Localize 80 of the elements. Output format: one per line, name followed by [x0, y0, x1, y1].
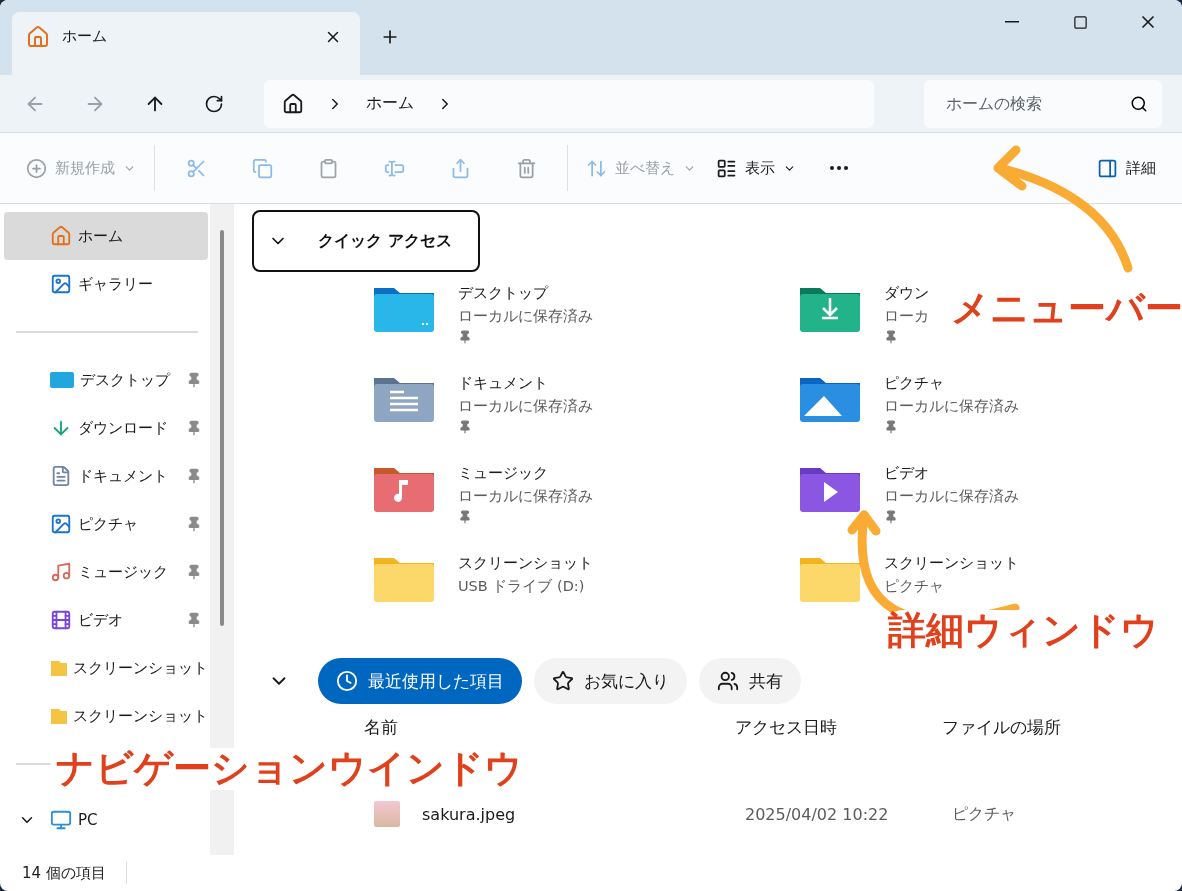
- item-name: ドキュメント: [458, 374, 549, 393]
- item-name: スクリーンショット: [884, 554, 1019, 573]
- sidebar-item[interactable]: デスクトップ: [4, 356, 208, 404]
- quick-access-item[interactable]: スクリーンショット USB ドライブ (D:): [372, 554, 593, 604]
- star-icon: [552, 670, 574, 692]
- gallery-icon: [50, 273, 72, 295]
- item-location: USB ドライブ (D:): [458, 577, 586, 596]
- column-header[interactable]: 名前: [364, 716, 735, 739]
- desktop-icon: [50, 371, 74, 389]
- folder-icon: [50, 707, 67, 725]
- column-header[interactable]: ファイルの場所: [942, 716, 1142, 739]
- sidebar-item[interactable]: ドキュメント: [4, 452, 208, 500]
- quick-access-item[interactable]: ピクチャ ローカルに保存済み: [798, 374, 1019, 434]
- item-location: ローカルに保存済み: [884, 487, 1019, 506]
- trash-icon: [515, 157, 537, 179]
- clock-icon: [336, 670, 358, 692]
- filter-tab[interactable]: 共有: [699, 658, 801, 704]
- quick-access-item[interactable]: デスクトップ ローカルに保存済み: [372, 284, 593, 344]
- photo-placeholder: [374, 801, 400, 827]
- sidebar-item[interactable]: スクリーンショット: [4, 692, 208, 740]
- home-icon: [282, 92, 304, 115]
- access-date: 2025/04/02 10:22: [745, 804, 890, 824]
- home-icon: [50, 225, 72, 247]
- quick-access-item[interactable]: ドキュメント ローカルに保存済み: [372, 374, 593, 434]
- music-icon: [50, 561, 72, 583]
- sidebar-item[interactable]: ミュージック: [4, 548, 208, 596]
- maximize-icon: [1072, 14, 1088, 30]
- plus-icon: [26, 157, 47, 179]
- monitor-icon: [50, 809, 72, 831]
- quick-access-item[interactable]: スクリーンショット ピクチャ: [798, 554, 1019, 604]
- address-bar[interactable]: ホーム: [264, 79, 874, 128]
- sidebar-item[interactable]: スクリーンショット: [4, 644, 208, 692]
- panel-icon: [1097, 157, 1118, 179]
- video-icon: [50, 609, 72, 631]
- tab[interactable]: ホーム: [12, 12, 360, 75]
- item-location: ローカ: [884, 307, 929, 326]
- refresh-icon: [204, 93, 224, 114]
- sidebar-item[interactable]: ビデオ: [4, 596, 208, 644]
- sidebar-item[interactable]: ホーム: [4, 212, 208, 260]
- file-location: ピクチャ: [952, 803, 1017, 825]
- item-location: ローカルに保存済み: [458, 397, 593, 416]
- sidebar-item[interactable]: ギャラリー: [4, 260, 208, 308]
- search-icon: [1130, 94, 1148, 113]
- item-name: スクリーンショット: [458, 554, 593, 573]
- sidebar-item[interactable]: ピクチャ: [4, 500, 208, 548]
- breadcrumb[interactable]: ホーム: [366, 93, 414, 114]
- scissors-icon: [185, 157, 207, 179]
- list-icon: [716, 157, 737, 179]
- quick-access-item[interactable]: ミュージック ローカルに保存済み: [372, 464, 593, 524]
- quick-access-item[interactable]: ダウン ローカ: [798, 284, 929, 344]
- item-name: ピクチャ: [884, 374, 945, 393]
- people-icon: [717, 670, 739, 692]
- file-name[interactable]: sakura.jpeg: [422, 804, 745, 824]
- search-field[interactable]: ホームの検索: [924, 79, 1162, 128]
- quick-access-item[interactable]: ビデオ ローカルに保存済み: [798, 464, 1019, 524]
- item-name: ダウン: [884, 284, 929, 303]
- details-button[interactable]: 詳細: [1089, 146, 1164, 190]
- picture-icon: [50, 513, 72, 535]
- column-header[interactable]: アクセス日時: [735, 716, 942, 739]
- item-name: ビデオ: [884, 464, 930, 483]
- minimize-icon: [1005, 21, 1019, 23]
- sidebar-item[interactable]: ダウンロード: [4, 404, 208, 452]
- quick-access-header[interactable]: クイック アクセス: [252, 210, 480, 272]
- home-icon: [26, 24, 50, 49]
- item-name: ミュージック: [458, 464, 549, 483]
- item-location: ローカルに保存済み: [458, 487, 593, 506]
- item-location: ローカルに保存済み: [884, 397, 1019, 416]
- scrollbar-thumb[interactable]: [220, 230, 224, 626]
- sidebar-item[interactable]: PC: [4, 796, 208, 844]
- more-icon: [830, 166, 848, 170]
- document-icon: [50, 465, 72, 487]
- filter-tab[interactable]: お気に入り: [534, 658, 687, 704]
- item-location: ローカルに保存済み: [458, 307, 593, 326]
- folder-icon: [50, 659, 67, 677]
- filter-tab[interactable]: 最近使用した項目: [318, 658, 522, 704]
- view-button[interactable]: 表示: [708, 146, 804, 190]
- item-name: デスクトップ: [458, 284, 550, 303]
- item-location: ピクチャ: [884, 577, 945, 596]
- copy-icon: [251, 157, 273, 179]
- item-count: 14 個の項目: [22, 863, 106, 883]
